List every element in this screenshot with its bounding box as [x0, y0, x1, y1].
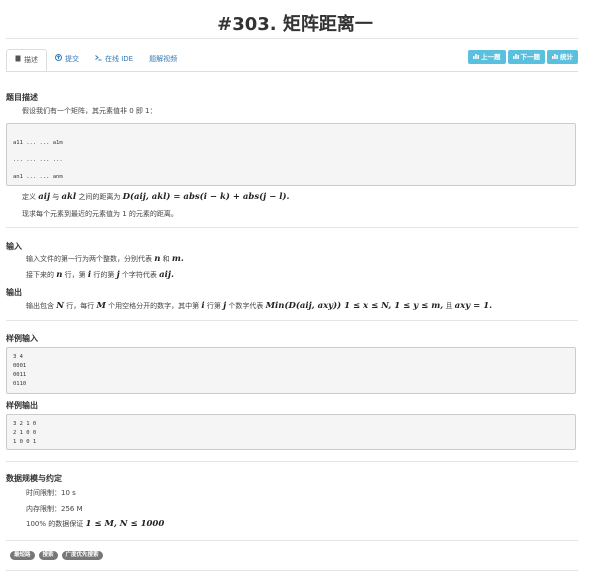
text: 定义 [22, 193, 36, 201]
sample-input-block[interactable]: 3 4 0001 0011 0110 [6, 347, 576, 394]
upload-icon [55, 49, 62, 69]
sample-line: 0001 [13, 363, 27, 369]
tag-badge[interactable]: 广度优先搜索 [61, 551, 103, 560]
matrix-block: a11 ... ... a1m ... ... ... ... an1 ... … [6, 123, 576, 186]
matrix-row: ... ... ... ... [13, 157, 63, 163]
tab-label: 在线 IDE [105, 55, 134, 63]
text: 行第 [206, 302, 221, 310]
chart-icon [552, 50, 558, 64]
math-var: N [56, 301, 65, 311]
tab-online-ide[interactable]: 在线 IDE [87, 49, 141, 69]
sample-line: 2 1 0 0 [13, 430, 37, 436]
prev-label: 上一题 [481, 53, 501, 61]
limits-heading: 数据规模与约定 [6, 474, 62, 483]
next-label: 下一题 [520, 53, 541, 61]
text: 且 [445, 302, 453, 310]
prev-problem-button[interactable]: 上一题 [468, 50, 506, 64]
input-line-2: 接下来的 n 行，第 i 行的第 j 个字符代表 aij. [26, 270, 174, 280]
divider [6, 461, 578, 462]
input-heading: 输入 [6, 242, 22, 251]
text: 之间的距离为 [78, 193, 121, 201]
output-formula: Min(D(aij, axy)) 1 ≤ x ≤ N, 1 ≤ y ≤ m, [265, 301, 444, 311]
math-var: n [56, 270, 63, 280]
text: 100% 的数据保证 [26, 520, 84, 528]
math-var: j [116, 270, 120, 280]
description-ask: 现求每个元素到最近的元素值为 1 的元素的距离。 [22, 210, 178, 218]
description-heading: 题目描述 [6, 93, 38, 102]
time-limit: 时间限制：10 s [26, 489, 76, 497]
text: 行，第 [64, 271, 86, 279]
distance-formula: D(aij, akl) = abs(i − k) + abs(j − l). [122, 192, 290, 202]
chart-icon [512, 50, 519, 64]
tab-label: 题解视频 [149, 55, 178, 63]
distance-definition: 定义 aij 与 akl 之间的距离为 D(aij, akl) = abs(i … [22, 192, 290, 202]
divider [6, 227, 578, 228]
chart-icon [473, 50, 479, 64]
math-var: n [154, 254, 161, 264]
tab-divider [6, 71, 578, 72]
output-formula: axy = 1. [454, 301, 493, 311]
divider [6, 320, 578, 321]
sample-line: 0011 [13, 372, 27, 378]
text: 行，每行 [66, 302, 95, 310]
text: 个字符代表 [121, 271, 157, 279]
tag-badge[interactable]: 最短路 [10, 551, 35, 560]
stats-button[interactable]: 统计 [547, 50, 578, 64]
sample-line: 3 2 1 0 [13, 421, 37, 427]
next-problem-button[interactable]: 下一题 [507, 50, 545, 64]
terminal-icon [95, 49, 102, 69]
math-var: j [223, 301, 227, 311]
tab-submit[interactable]: 提交 [47, 49, 87, 69]
file-icon [15, 50, 21, 70]
matrix-row: an1 ... ... anm [13, 174, 63, 180]
text: 个用空格分开的数字，其中第 [108, 302, 200, 310]
divider [6, 570, 578, 571]
text: 个数字代表 [228, 302, 264, 310]
math-var: m. [171, 254, 184, 264]
math-var: aij. [159, 270, 174, 280]
guarantee-formula: 1 ≤ M, N ≤ 1000 [85, 519, 165, 529]
text: 输入文件的第一行为两个整数，分别代表 [26, 255, 152, 263]
tag-badge[interactable]: 搜索 [38, 551, 58, 560]
output-description: 输出包含 N 行，每行 M 个用空格分开的数字，其中第 i 行第 j 个数字代表… [26, 301, 492, 311]
memory-limit: 内存限制：256 M [26, 505, 83, 513]
tab-description[interactable]: 描述 [6, 49, 47, 71]
input-line-1: 输入文件的第一行为两个整数，分别代表 n 和 m. [26, 254, 184, 264]
matrix-row: a11 ... ... a1m [13, 140, 63, 146]
sample-input-heading: 样例输入 [6, 334, 38, 343]
text: 和 [162, 255, 170, 263]
problem-tabs: 描述 提交 在线 IDE 题解视频 [6, 49, 185, 71]
math-var: i [87, 270, 92, 280]
tab-label: 提交 [65, 55, 79, 63]
description-intro: 假设我们有一个矩阵，其元素值非 0 即 1： [22, 107, 157, 115]
problem-nav: 上一题 下一题 统计 [468, 50, 578, 64]
page-title: #303. 矩阵距离一 [217, 14, 373, 35]
divider [6, 38, 578, 39]
sample-output-heading: 样例输出 [6, 401, 38, 410]
sample-line: 0110 [13, 381, 27, 387]
stats-label: 统计 [560, 53, 573, 61]
data-guarantee: 100% 的数据保证 1 ≤ M, N ≤ 1000 [26, 519, 164, 529]
text: 接下来的 [26, 271, 54, 279]
sample-line: 3 4 [13, 354, 23, 360]
tab-solution-video[interactable]: 题解视频 [141, 49, 185, 69]
sample-line: 1 0 0 1 [13, 439, 37, 445]
math-var: aij [38, 192, 51, 202]
sample-output-block[interactable]: 3 2 1 0 2 1 0 0 1 0 0 1 [6, 414, 576, 450]
tab-label: 描述 [24, 56, 38, 64]
text: 行的第 [93, 271, 115, 279]
output-heading: 输出 [6, 288, 22, 297]
text: 输出包含 [26, 302, 54, 310]
divider [6, 540, 578, 541]
problem-tags: 最短路 搜索 广度优先搜索 [10, 551, 103, 560]
text: 与 [52, 193, 60, 201]
math-var: akl [61, 192, 77, 202]
math-var: M [96, 301, 106, 311]
math-var: i [201, 301, 205, 311]
